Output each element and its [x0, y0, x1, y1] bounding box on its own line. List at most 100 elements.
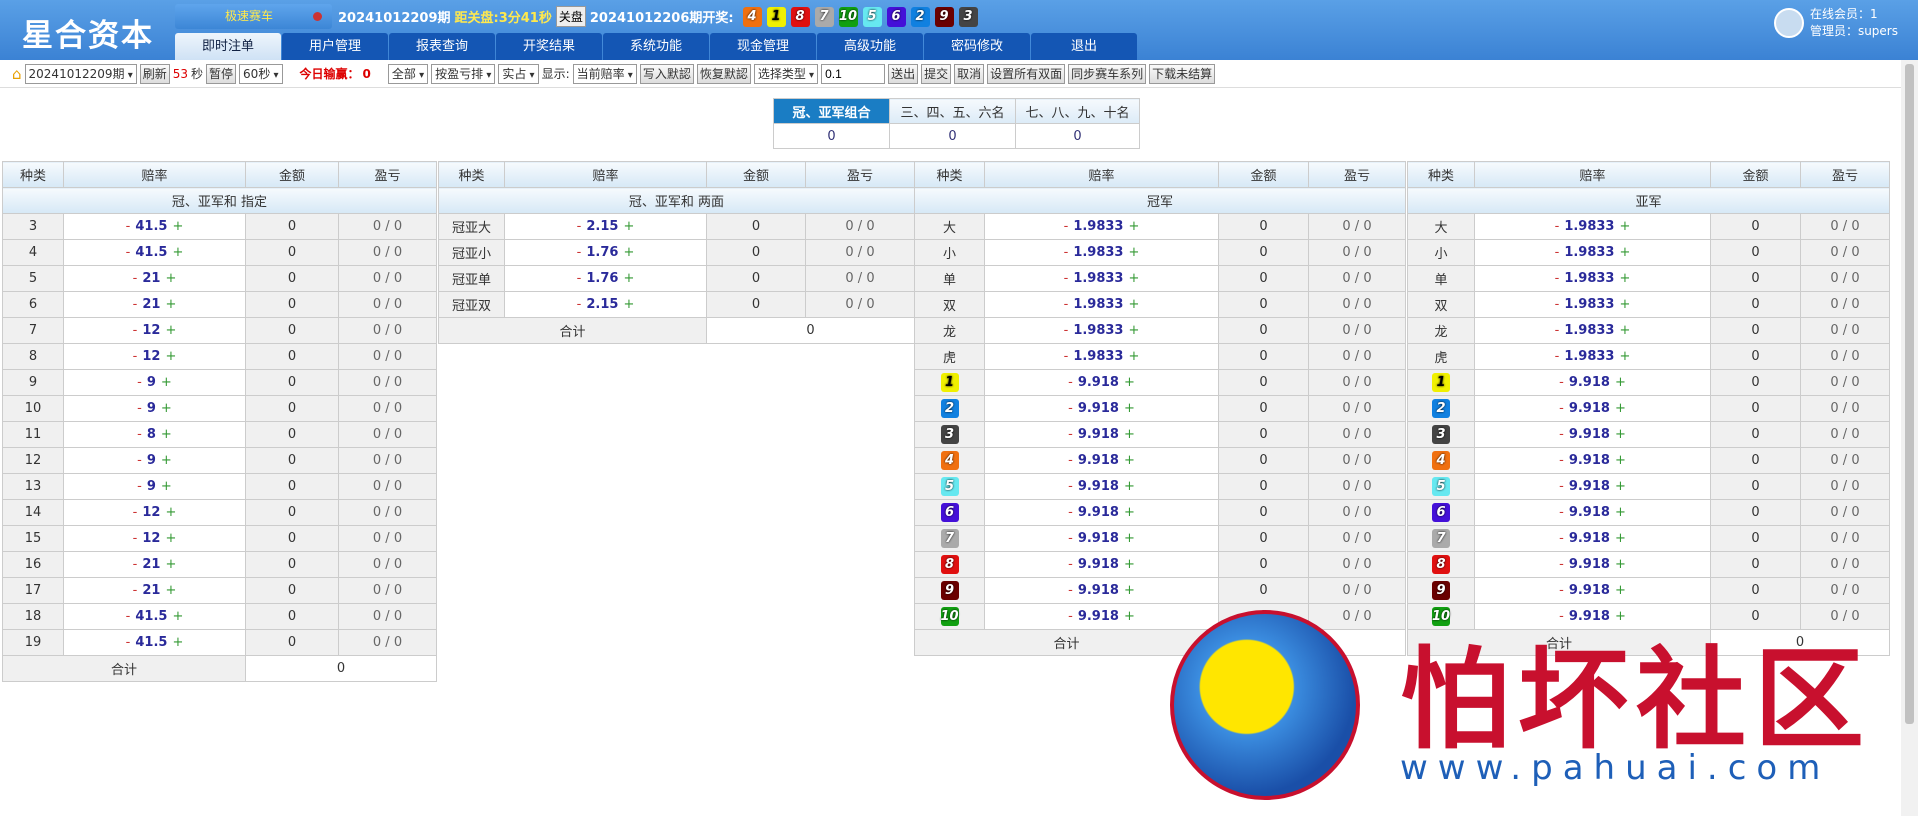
decrease-odds-button[interactable]: -: [1555, 219, 1560, 234]
decrease-odds-button[interactable]: -: [133, 531, 138, 546]
decrease-odds-button[interactable]: -: [577, 271, 582, 286]
download-button[interactable]: 下载未结算: [1149, 63, 1216, 84]
decrease-odds-button[interactable]: -: [137, 401, 142, 416]
odds-value[interactable]: 1.76: [586, 245, 618, 260]
interval-select[interactable]: 60秒: [239, 63, 283, 84]
decrease-odds-button[interactable]: -: [1068, 375, 1073, 390]
decrease-odds-button[interactable]: -: [1068, 427, 1073, 442]
tab-4[interactable]: 系统功能: [603, 33, 709, 60]
increase-odds-button[interactable]: +: [165, 583, 176, 598]
decrease-odds-button[interactable]: -: [126, 609, 131, 624]
increase-odds-button[interactable]: +: [1124, 609, 1135, 624]
odds-value[interactable]: 9: [147, 479, 156, 494]
sort-select[interactable]: 按盈亏排: [431, 63, 496, 84]
odds-value[interactable]: 1.9833: [1073, 219, 1123, 234]
increase-odds-button[interactable]: +: [1124, 505, 1135, 520]
increase-odds-button[interactable]: +: [1124, 401, 1135, 416]
decrease-odds-button[interactable]: -: [1559, 609, 1564, 624]
decrease-odds-button[interactable]: -: [1068, 557, 1073, 572]
decrease-odds-button[interactable]: -: [1064, 323, 1069, 338]
decrease-odds-button[interactable]: -: [1555, 271, 1560, 286]
increase-odds-button[interactable]: +: [172, 219, 183, 234]
decrease-odds-button[interactable]: -: [1068, 531, 1073, 546]
increase-odds-button[interactable]: +: [161, 427, 172, 442]
odds-value[interactable]: 1.9833: [1073, 349, 1123, 364]
close-market-button[interactable]: 关盘: [555, 6, 586, 27]
odds-value[interactable]: 8: [147, 427, 156, 442]
odds-value[interactable]: 1.9833: [1073, 245, 1123, 260]
odds-value[interactable]: 9.918: [1569, 531, 1610, 546]
odds-value[interactable]: 9.918: [1569, 583, 1610, 598]
odds-value[interactable]: 9.918: [1078, 505, 1119, 520]
increase-odds-button[interactable]: +: [1124, 479, 1135, 494]
increase-odds-button[interactable]: +: [1615, 401, 1626, 416]
decrease-odds-button[interactable]: -: [1064, 271, 1069, 286]
tab-champion-combo[interactable]: 冠、亚军组合: [773, 98, 890, 124]
odds-mode-select[interactable]: 当前赔率: [572, 63, 637, 84]
decrease-odds-button[interactable]: -: [1559, 557, 1564, 572]
increase-odds-button[interactable]: +: [1619, 219, 1630, 234]
decrease-odds-button[interactable]: -: [1068, 609, 1073, 624]
increase-odds-button[interactable]: +: [1615, 583, 1626, 598]
decrease-odds-button[interactable]: -: [1064, 297, 1069, 312]
odds-value[interactable]: 41.5: [135, 245, 167, 260]
increase-odds-button[interactable]: +: [1615, 505, 1626, 520]
increase-odds-button[interactable]: +: [165, 271, 176, 286]
decrease-odds-button[interactable]: -: [133, 349, 138, 364]
decrease-odds-button[interactable]: -: [1068, 479, 1073, 494]
odds-value[interactable]: 1.9833: [1564, 271, 1614, 286]
odds-value[interactable]: 41.5: [135, 635, 167, 650]
decrease-odds-button[interactable]: -: [1559, 427, 1564, 442]
tab-8[interactable]: 退出: [1031, 33, 1137, 60]
increase-odds-button[interactable]: +: [172, 635, 183, 650]
pause-button[interactable]: 暂停: [206, 63, 237, 84]
odds-value[interactable]: 9.918: [1078, 453, 1119, 468]
odds-value[interactable]: 9.918: [1078, 427, 1119, 442]
odds-value[interactable]: 9.918: [1569, 453, 1610, 468]
odds-value[interactable]: 9.918: [1569, 401, 1610, 416]
increase-odds-button[interactable]: +: [165, 349, 176, 364]
decrease-odds-button[interactable]: -: [1559, 505, 1564, 520]
odds-value[interactable]: 9.918: [1078, 583, 1119, 598]
tab-7[interactable]: 密码修改: [924, 33, 1030, 60]
decrease-odds-button[interactable]: -: [1064, 349, 1069, 364]
decrease-odds-button[interactable]: -: [1555, 349, 1560, 364]
decrease-odds-button[interactable]: -: [1068, 401, 1073, 416]
tab-7-10[interactable]: 七、八、九、十名: [1015, 98, 1140, 124]
cancel-button[interactable]: 取消: [954, 63, 985, 84]
odds-value[interactable]: 9.918: [1078, 479, 1119, 494]
decrease-odds-button[interactable]: -: [1559, 583, 1564, 598]
type-select[interactable]: 选择类型: [753, 63, 819, 84]
odds-value[interactable]: 1.9833: [1564, 297, 1614, 312]
increase-odds-button[interactable]: +: [161, 479, 172, 494]
increase-odds-button[interactable]: +: [161, 375, 172, 390]
increase-odds-button[interactable]: +: [165, 505, 176, 520]
tab-0[interactable]: 即时注单: [175, 33, 281, 60]
tab-6[interactable]: 高级功能: [817, 33, 923, 60]
odds-value[interactable]: 9.918: [1569, 557, 1610, 572]
odds-value[interactable]: 9.918: [1569, 479, 1610, 494]
increase-odds-button[interactable]: +: [1619, 323, 1630, 338]
decrease-odds-button[interactable]: -: [1064, 219, 1069, 234]
increase-odds-button[interactable]: +: [165, 323, 176, 338]
odds-value[interactable]: 1.9833: [1073, 297, 1123, 312]
odds-value[interactable]: 21: [142, 557, 160, 572]
decrease-odds-button[interactable]: -: [1064, 245, 1069, 260]
decrease-odds-button[interactable]: -: [577, 219, 582, 234]
odds-value[interactable]: 21: [142, 271, 160, 286]
odds-value[interactable]: 1.9833: [1564, 219, 1614, 234]
increase-odds-button[interactable]: +: [1124, 427, 1135, 442]
odds-value[interactable]: 9.918: [1569, 427, 1610, 442]
increase-odds-button[interactable]: +: [1124, 583, 1135, 598]
restore-default-button[interactable]: 恢复默認: [696, 63, 751, 84]
increase-odds-button[interactable]: +: [161, 453, 172, 468]
odds-value[interactable]: 12: [142, 531, 160, 546]
odds-value[interactable]: 9: [147, 453, 156, 468]
tab-3[interactable]: 开奖结果: [496, 33, 602, 60]
odds-value[interactable]: 12: [142, 505, 160, 520]
increase-odds-button[interactable]: +: [1128, 271, 1139, 286]
tab-3-6[interactable]: 三、四、五、六名: [889, 98, 1016, 124]
share-select[interactable]: 实占: [498, 63, 539, 84]
odds-value[interactable]: 1.9833: [1564, 323, 1614, 338]
decrease-odds-button[interactable]: -: [1068, 505, 1073, 520]
